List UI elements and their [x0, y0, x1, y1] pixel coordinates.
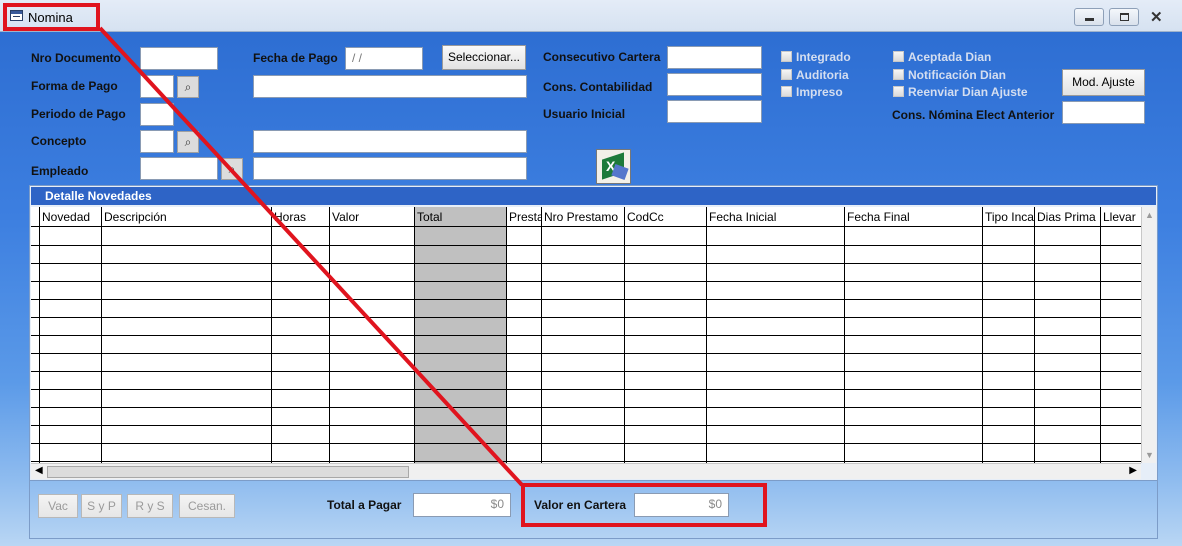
nro-documento-input[interactable] [140, 47, 218, 70]
aceptada-dian-checkbox[interactable]: Aceptada Dian [893, 50, 991, 64]
impreso-checkbox[interactable]: Impreso [781, 85, 843, 99]
empleado-search-binoculars-icon[interactable]: ⌕ [221, 158, 243, 180]
valor-cartera-highlight-box [521, 483, 767, 527]
integrado-checkbox-label: Integrado [796, 50, 851, 64]
grid-header-cell[interactable]: Valor [330, 207, 414, 227]
maximize-icon [1120, 13, 1129, 21]
empleado-description-input[interactable] [253, 157, 527, 180]
table-row[interactable] [31, 299, 1141, 300]
periodo-pago-input[interactable] [140, 103, 174, 126]
excel-arrow-shape [611, 163, 629, 181]
scroll-up-arrow-icon[interactable]: ▲ [1145, 210, 1154, 220]
grid-vertical-scrollbar[interactable]: ▲ ▼ [1141, 207, 1156, 463]
title-highlight-box [3, 3, 100, 31]
minimize-icon [1085, 18, 1094, 21]
table-row[interactable] [31, 263, 1141, 264]
novedades-grid[interactable]: Novedad Descripción Horas Valor Total Pr… [31, 207, 1141, 463]
integrado-checkbox[interactable]: Integrado [781, 50, 851, 64]
grid-header-cell[interactable]: Fecha Final [845, 207, 982, 227]
checkbox-box [893, 69, 904, 80]
forma-pago-search-binoculars-icon[interactable]: ⌕ [177, 76, 199, 98]
scroll-left-arrow-icon[interactable]: ◀ [35, 465, 43, 476]
forma-pago-label: Forma de Pago [31, 79, 118, 93]
periodo-pago-label: Periodo de Pago [31, 107, 126, 121]
concepto-search-binoculars-icon[interactable]: ⌕ [177, 131, 199, 153]
close-button[interactable]: ✕ [1144, 8, 1176, 26]
grid-header-cell[interactable]: Tipo Inca [983, 207, 1034, 227]
table-row[interactable] [31, 281, 1141, 282]
grid-header-cell [31, 207, 39, 227]
grid-horizontal-scrollbar[interactable]: ◀ ▶ [31, 463, 1141, 479]
title-bar: Nomina ✕ [0, 0, 1182, 32]
fecha-pago-label: Fecha de Pago [253, 51, 338, 65]
forma-pago-description-input[interactable] [253, 75, 527, 98]
scroll-down-arrow-icon[interactable]: ▼ [1145, 450, 1154, 460]
checkbox-box [893, 51, 904, 62]
notificacion-dian-checkbox[interactable]: Notificación Dian [893, 68, 1006, 82]
grid-header-cell[interactable]: Descripción [102, 207, 271, 227]
cons-nomina-anterior-input[interactable] [1062, 101, 1145, 124]
mod-ajuste-button[interactable]: Mod. Ajuste [1062, 69, 1145, 96]
table-row[interactable] [31, 443, 1141, 444]
checkbox-box [781, 69, 792, 80]
grid-caption: Detalle Novedades [31, 187, 1156, 205]
table-row[interactable] [31, 407, 1141, 408]
empleado-code-input[interactable] [140, 157, 218, 180]
grid-header-cell[interactable]: Horas [272, 207, 329, 227]
table-row[interactable] [31, 335, 1141, 336]
table-row[interactable] [31, 461, 1141, 462]
table-row[interactable] [31, 389, 1141, 390]
cesan-button[interactable]: Cesan. [179, 494, 235, 518]
concepto-description-input[interactable] [253, 130, 527, 153]
close-icon: ✕ [1150, 9, 1163, 26]
reenviar-dian-ajuste-checkbox-label: Reenviar Dian Ajuste [908, 85, 1028, 99]
grid-header-cell[interactable]: Presta [507, 207, 541, 227]
table-row[interactable] [31, 425, 1141, 426]
consecutivo-cartera-input[interactable] [667, 46, 762, 69]
grid-header-cell[interactable]: Llevar [1101, 207, 1141, 227]
excel-export-icon[interactable]: X [596, 149, 631, 184]
table-row[interactable] [31, 317, 1141, 318]
minimize-button[interactable] [1074, 8, 1104, 26]
grid-header-cell[interactable]: Dias Prima [1035, 207, 1100, 227]
grid-header-cell[interactable]: Total [415, 207, 506, 227]
grid-header-cell[interactable]: CodCc [625, 207, 706, 227]
checkbox-box [893, 86, 904, 97]
auditoria-checkbox-label: Auditoria [796, 68, 849, 82]
checkbox-box [781, 86, 792, 97]
grid-header-cell[interactable]: Fecha Inicial [707, 207, 844, 227]
notificacion-dian-checkbox-label: Notificación Dian [908, 68, 1007, 82]
cons-contabilidad-input[interactable] [667, 73, 762, 96]
grid-header-cell[interactable]: Nro Prestamo [542, 207, 624, 227]
aceptada-dian-checkbox-label: Aceptada Dian [908, 50, 992, 64]
auditoria-checkbox[interactable]: Auditoria [781, 68, 849, 82]
table-row[interactable] [31, 245, 1141, 246]
empleado-label: Empleado [31, 164, 89, 178]
impreso-checkbox-label: Impreso [796, 85, 843, 99]
total-pagar-field: $0 [413, 493, 511, 517]
grid-header-cell[interactable]: Novedad [40, 207, 101, 227]
scroll-right-arrow-icon[interactable]: ▶ [1129, 465, 1137, 476]
vac-button[interactable]: Vac [38, 494, 78, 518]
usuario-inicial-input[interactable] [667, 100, 762, 123]
cons-contabilidad-label: Cons. Contabilidad [543, 80, 653, 94]
cons-nomina-anterior-label: Cons. Nómina Elect Anterior [892, 108, 1055, 122]
seleccionar-button[interactable]: Seleccionar... [442, 45, 526, 70]
rys-button[interactable]: R y S [127, 494, 173, 518]
table-row[interactable] [31, 353, 1141, 354]
reenviar-dian-ajuste-checkbox[interactable]: Reenviar Dian Ajuste [893, 85, 1028, 99]
consecutivo-cartera-label: Consecutivo Cartera [543, 50, 661, 64]
table-row[interactable] [31, 371, 1141, 372]
forma-pago-code-input[interactable] [140, 75, 174, 98]
nro-documento-label: Nro Documento [31, 51, 121, 65]
usuario-inicial-label: Usuario Inicial [543, 107, 626, 121]
concepto-code-input[interactable] [140, 130, 174, 153]
fecha-pago-input[interactable]: / / [345, 47, 423, 70]
concepto-label: Concepto [31, 134, 87, 148]
scroll-thumb[interactable] [47, 466, 409, 478]
maximize-button[interactable] [1109, 8, 1139, 26]
total-pagar-label: Total a Pagar [327, 498, 402, 512]
syp-button[interactable]: S y P [81, 494, 122, 518]
checkbox-box [781, 51, 792, 62]
